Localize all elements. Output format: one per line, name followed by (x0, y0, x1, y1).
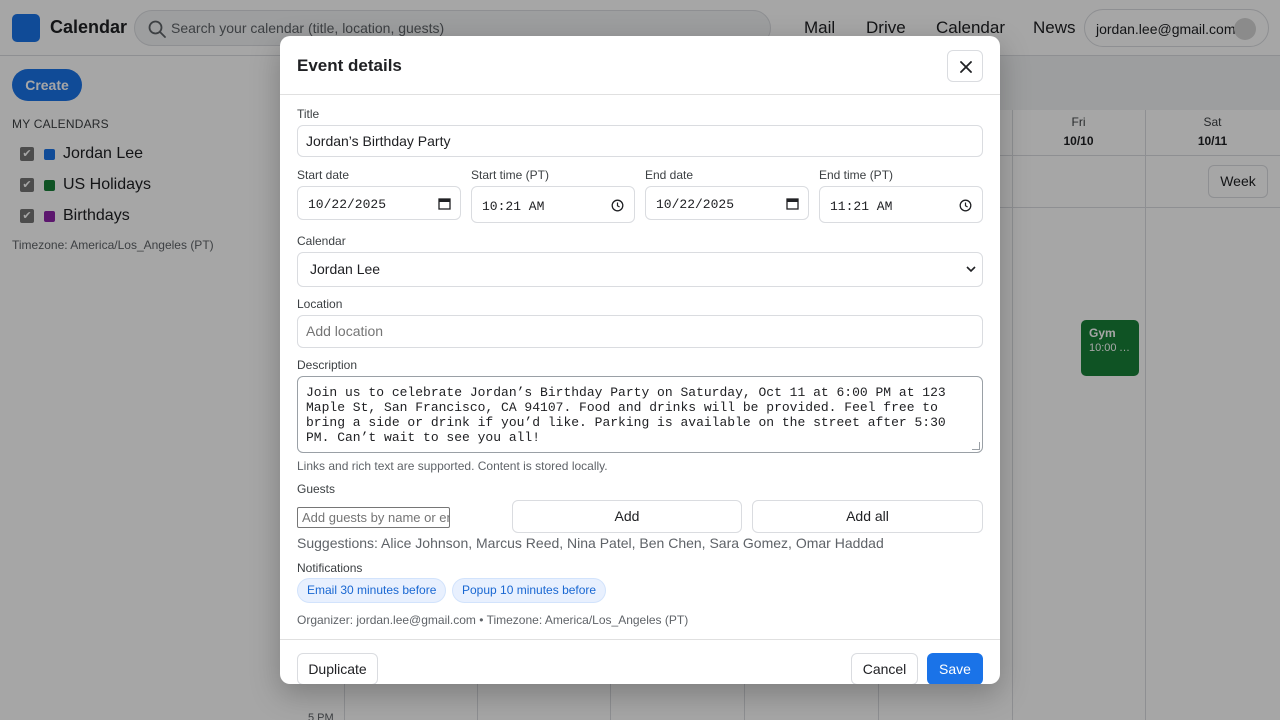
end-date-label: End date (645, 168, 694, 182)
calendar-icon (438, 198, 451, 210)
dialog-header: Event details (280, 36, 1000, 95)
description-label: Description (297, 358, 358, 372)
end-time-value: 11:21 AM (830, 199, 893, 214)
description-text: Join us to celebrate Jordan’s Birthday P… (306, 385, 946, 445)
close-button[interactable] (947, 50, 983, 82)
notification-chip[interactable]: Email 30 minutes before (297, 578, 447, 603)
start-time-input[interactable]: 10:21 AM (471, 186, 635, 223)
start-date-label: Start date (297, 168, 350, 182)
description-textarea[interactable]: Join us to celebrate Jordan’s Birthday P… (297, 376, 983, 453)
location-label: Location (297, 297, 343, 311)
calendar-select[interactable]: Jordan Lee (297, 252, 983, 287)
end-date-value: 10/22/2025 (656, 197, 735, 212)
calendar-label: Calendar (297, 234, 346, 248)
calendar-icon (786, 198, 799, 210)
chevron-down-icon (966, 266, 976, 273)
dialog-title: Event details (297, 56, 402, 75)
title-input[interactable]: Jordan’s Birthday Party (297, 125, 983, 157)
calendar-select-value: Jordan Lee (310, 261, 381, 277)
title-label: Title (297, 107, 320, 121)
dialog-footer: Duplicate Cancel Save (280, 639, 1000, 684)
start-date-input[interactable]: 10/22/2025 (297, 186, 461, 220)
clock-icon (611, 199, 624, 212)
add-all-guests-button[interactable]: Add all (752, 500, 983, 533)
location-placeholder: Add location (306, 323, 384, 339)
close-icon (960, 61, 972, 73)
description-help: Links and rich text are supported. Conte… (297, 459, 608, 473)
notifications-label: Notifications (297, 561, 363, 575)
duplicate-button[interactable]: Duplicate (297, 653, 378, 684)
location-input[interactable]: Add location (297, 315, 983, 348)
guest-suggestions: Suggestions: Alice Johnson, Marcus Reed,… (297, 535, 884, 551)
guests-input[interactable]: Add guests by name or email (297, 507, 450, 528)
resize-handle-icon[interactable] (972, 442, 980, 450)
end-time-label: End time (PT) (819, 168, 894, 182)
end-date-input[interactable]: 10/22/2025 (645, 186, 809, 220)
end-time-input[interactable]: 11:21 AM (819, 186, 983, 223)
cancel-button[interactable]: Cancel (851, 653, 918, 684)
organizer-info: Organizer: jordan.lee@gmail.com • Timezo… (297, 613, 689, 627)
clock-icon (959, 199, 972, 212)
event-details-dialog: Event details Title Jordan’s Birthday Pa… (280, 36, 1000, 684)
notification-chip[interactable]: Popup 10 minutes before (452, 578, 607, 603)
save-button[interactable]: Save (927, 653, 983, 684)
start-date-value: 10/22/2025 (308, 197, 387, 212)
start-time-label: Start time (PT) (471, 168, 550, 182)
add-guest-button[interactable]: Add (512, 500, 742, 533)
start-time-value: 10:21 AM (482, 199, 545, 214)
guests-label: Guests (297, 482, 336, 496)
